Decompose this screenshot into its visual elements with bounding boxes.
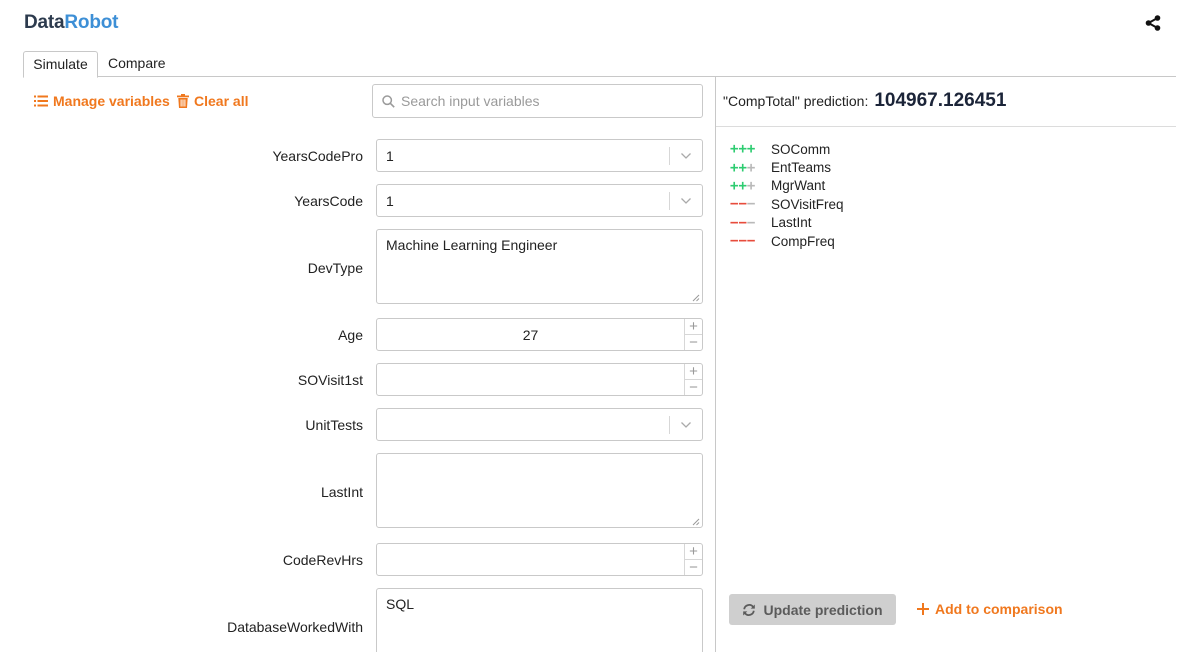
explanation-row: +++ EntTeams bbox=[730, 158, 844, 176]
yearscode-select[interactable]: 1 bbox=[376, 184, 703, 217]
increment-icon[interactable]: + bbox=[685, 544, 702, 560]
list-icon bbox=[34, 95, 48, 107]
tab-compare[interactable]: Compare bbox=[108, 51, 166, 77]
chevron-down-icon bbox=[681, 422, 691, 428]
explanation-row: −−− CompFreq bbox=[730, 232, 844, 250]
explanation-row: +++ SOComm bbox=[730, 140, 844, 158]
sovisit1st-label: SOVisit1st bbox=[297, 372, 363, 388]
age-label: Age bbox=[338, 327, 363, 343]
age-stepper[interactable]: + − bbox=[684, 319, 702, 350]
add-to-comparison-button[interactable]: Add to comparison bbox=[917, 601, 1063, 617]
explanation-feature: MgrWant bbox=[771, 178, 826, 194]
prediction-label: "CompTotal" prediction: bbox=[723, 93, 869, 109]
plus-icon bbox=[917, 603, 929, 615]
share-icon[interactable] bbox=[1144, 14, 1162, 32]
search-icon bbox=[382, 94, 395, 108]
explanation-feature: SOComm bbox=[771, 141, 831, 157]
unittests-select[interactable] bbox=[376, 408, 703, 441]
sovisit1st-stepper[interactable]: + − bbox=[684, 364, 702, 395]
coderevhrs-stepper[interactable]: + − bbox=[684, 544, 702, 575]
update-prediction-button[interactable]: Update prediction bbox=[729, 594, 896, 625]
panel-divider bbox=[715, 77, 716, 652]
coderevhrs-number-input[interactable]: + − bbox=[376, 543, 703, 576]
age-number-input[interactable]: 27 + − bbox=[376, 318, 703, 351]
explanation-row: +++ MgrWant bbox=[730, 177, 844, 195]
increment-icon[interactable]: + bbox=[685, 364, 702, 380]
yearscodepro-select[interactable]: 1 bbox=[376, 139, 703, 172]
explanation-feature: SOVisitFreq bbox=[771, 196, 844, 212]
devtype-textarea[interactable]: Machine Learning Engineer bbox=[376, 229, 703, 304]
sovisit1st-number-input[interactable]: + − bbox=[376, 363, 703, 396]
devtype-label: DevType bbox=[307, 260, 363, 276]
resize-grip-icon[interactable] bbox=[692, 518, 700, 526]
databaseworkedwith-textarea[interactable]: SQL bbox=[376, 588, 703, 652]
strength-indicator: +++ bbox=[730, 177, 756, 194]
yearscodepro-label: YearsCodePro bbox=[272, 148, 363, 164]
add-to-comparison-label: Add to comparison bbox=[935, 601, 1063, 617]
update-prediction-label: Update prediction bbox=[763, 601, 883, 618]
refresh-icon bbox=[743, 603, 756, 616]
clear-all-label: Clear all bbox=[194, 93, 249, 109]
manage-variables-button[interactable]: Manage variables bbox=[34, 93, 170, 109]
prediction-divider bbox=[716, 126, 1176, 127]
lastint-textarea[interactable] bbox=[376, 453, 703, 528]
explanation-row: −−− SOVisitFreq bbox=[730, 195, 844, 213]
coderevhrs-label: CodeRevHrs bbox=[282, 552, 363, 568]
explanation-feature: CompFreq bbox=[771, 233, 835, 249]
chevron-down-icon bbox=[681, 198, 691, 204]
prediction-header: "CompTotal" prediction: 104967.126451 bbox=[723, 90, 1006, 112]
clear-all-button[interactable]: Clear all bbox=[177, 93, 248, 109]
strength-indicator: +++ bbox=[730, 141, 756, 158]
strength-indicator: −−− bbox=[730, 233, 756, 250]
databaseworkedwith-label: DatabaseWorkedWith bbox=[227, 619, 363, 635]
unittests-label: UnitTests bbox=[305, 417, 363, 433]
search-box bbox=[372, 84, 703, 118]
decrement-icon[interactable]: − bbox=[685, 380, 702, 396]
strength-indicator: +++ bbox=[730, 159, 756, 176]
lastint-label: LastInt bbox=[320, 484, 363, 500]
trash-icon bbox=[177, 94, 189, 108]
prediction-value: 104967.126451 bbox=[874, 90, 1007, 111]
manage-variables-label: Manage variables bbox=[53, 93, 170, 109]
datarobot-logo: DataRobot bbox=[24, 12, 119, 33]
tab-bar: Simulate Compare bbox=[23, 51, 1176, 78]
increment-icon[interactable]: + bbox=[685, 319, 702, 335]
resize-grip-icon[interactable] bbox=[692, 294, 700, 302]
tab-simulate[interactable]: Simulate bbox=[23, 51, 98, 78]
decrement-icon[interactable]: − bbox=[685, 560, 702, 576]
chevron-down-icon bbox=[681, 153, 691, 159]
search-input[interactable] bbox=[401, 93, 691, 109]
strength-indicator: −−− bbox=[730, 214, 756, 231]
decrement-icon[interactable]: − bbox=[685, 335, 702, 351]
yearscode-label: YearsCode bbox=[294, 193, 363, 209]
explanation-feature: EntTeams bbox=[771, 160, 832, 176]
explanation-feature: LastInt bbox=[771, 215, 812, 231]
explanation-row: −−− LastInt bbox=[730, 214, 844, 232]
strength-indicator: −−− bbox=[730, 196, 756, 213]
prediction-explanations: +++ SOComm +++ EntTeams +++ MgrWant −−− … bbox=[730, 140, 844, 250]
